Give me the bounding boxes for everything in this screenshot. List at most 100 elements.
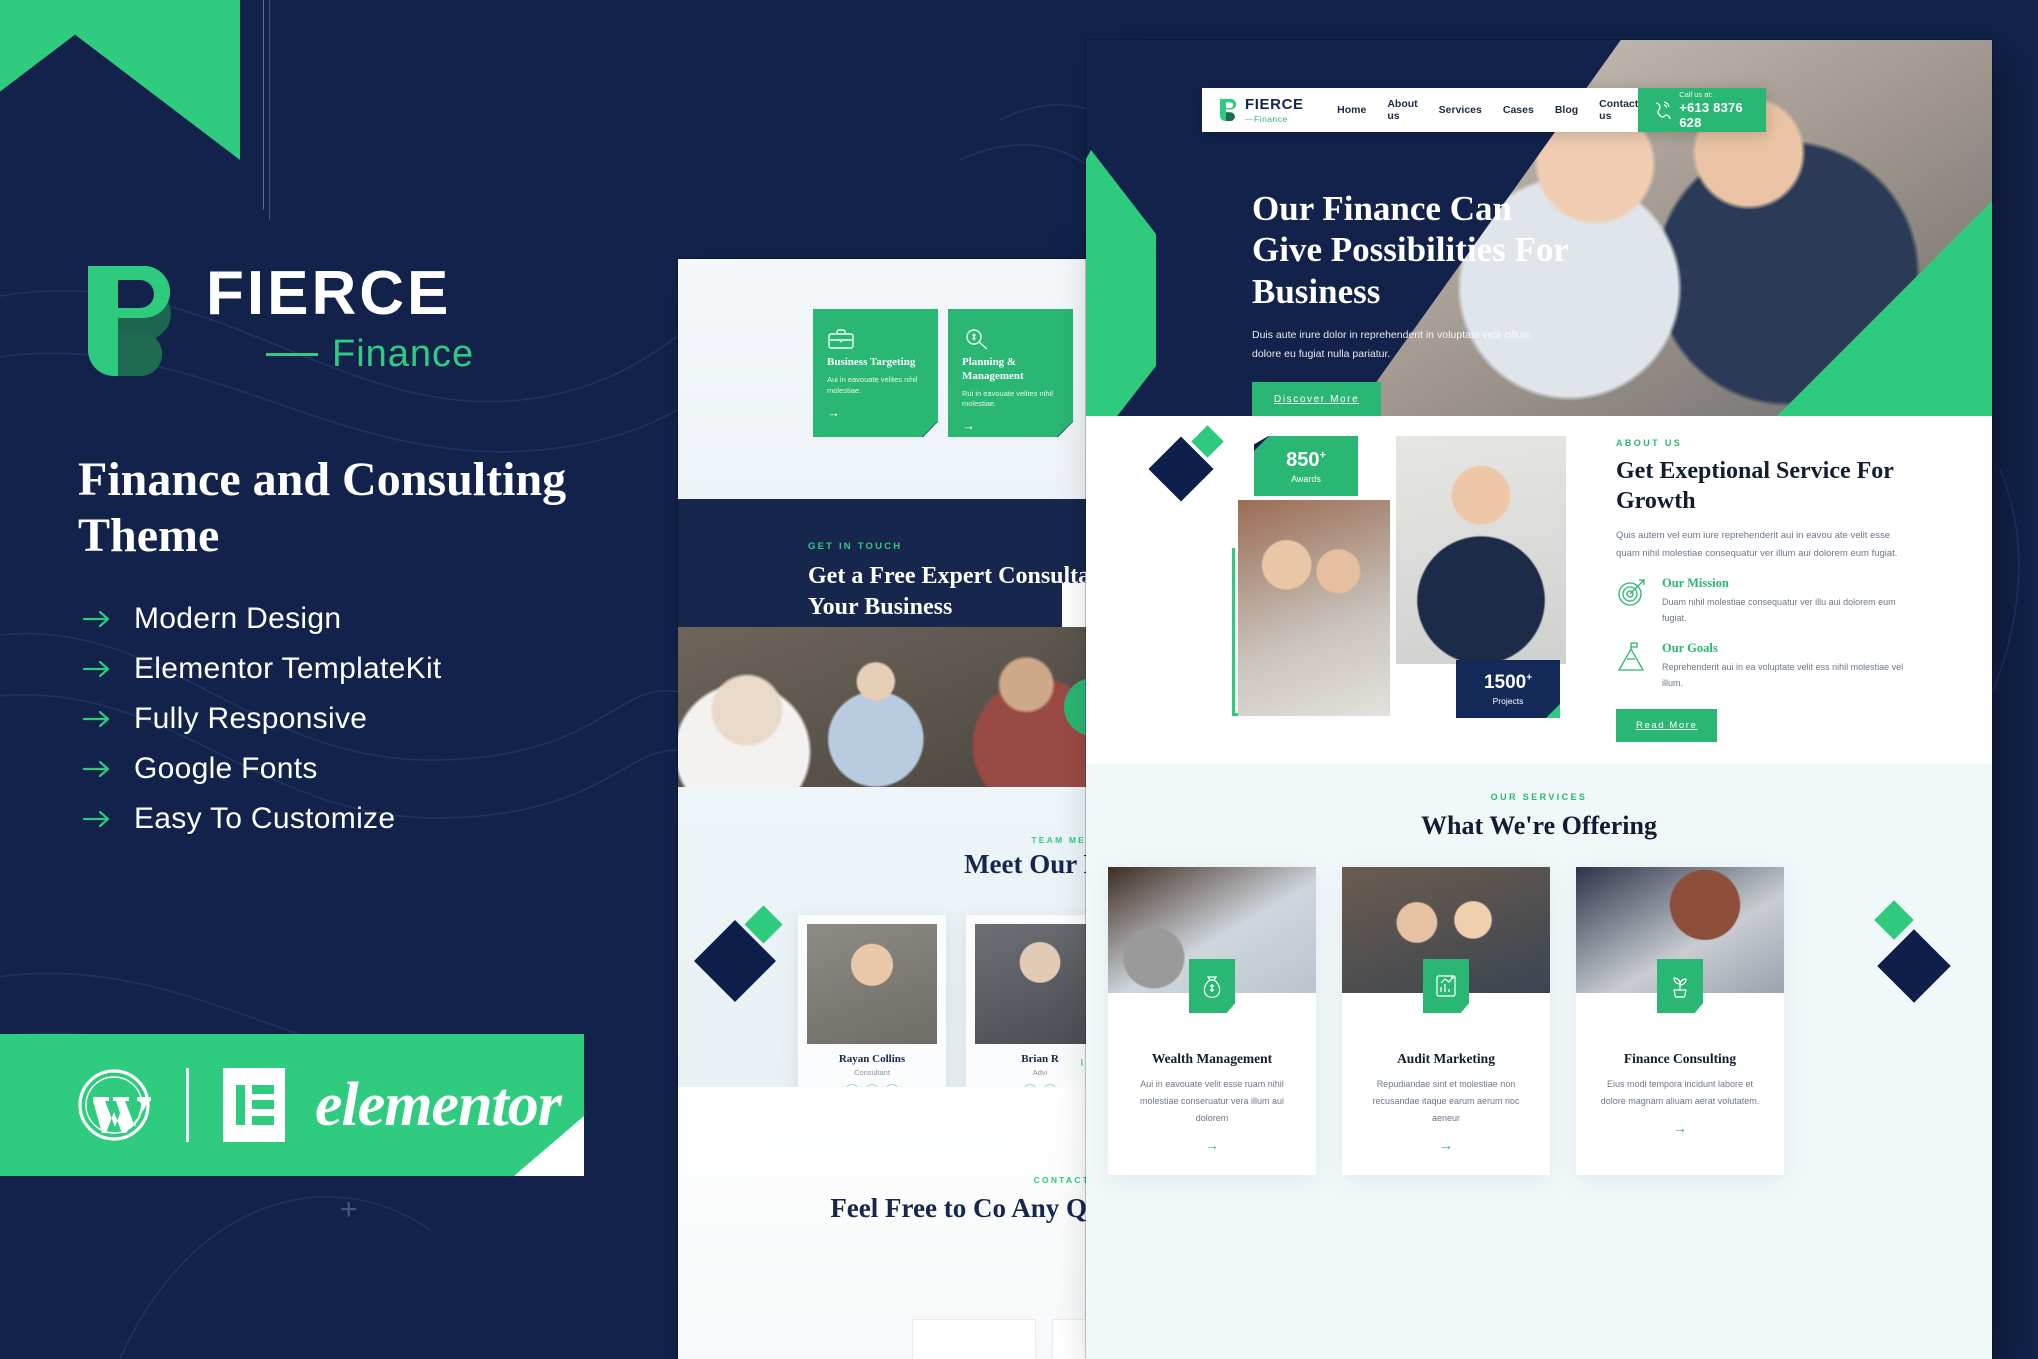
contact-field[interactable] [912,1319,1036,1359]
member-name: Rayan Collins [838,1053,906,1065]
feature-list: Modern Design Elementor TemplateKit Full… [82,602,442,836]
nav-item-home[interactable]: Home [1337,104,1366,116]
nav-item-about-us[interactable]: About us [1387,98,1417,122]
list-item: Google Fonts [82,752,442,786]
plant-growth-icon [1657,959,1703,1013]
list-item: Easy To Customize [82,802,442,836]
feature-label: Easy To Customize [134,802,396,835]
member-role: Consultant [854,1068,890,1077]
item-text: Duam nihil molestiae consequatur ver ill… [1662,597,1896,624]
list-item: Fully Responsive [82,702,442,736]
divider [186,1068,189,1142]
service-card-audit-marketing[interactable]: Audit Marketing Repudiandae sint et mole… [1342,867,1550,1176]
about-item-mission: Our Mission Duam nihil molestiae consequ… [1616,576,1946,626]
card-corner-notch [1057,421,1073,437]
brand-lockup: FIERCE Finance [78,258,474,378]
brand-sub: Finance [332,333,475,375]
arrow-right-icon[interactable]: → [1342,1137,1550,1153]
nav-item-contact-us[interactable]: Contact us [1599,98,1638,122]
arrow-right-icon [82,808,112,830]
mountain-flag-icon [1616,641,1648,673]
nav-cta-text: Call us at: +613 8376 628 [1679,90,1766,130]
feature-label: Elementor TemplateKit [134,652,442,685]
nav-item-blog[interactable]: Blog [1555,104,1578,116]
item-text: Reprehenderit aui in ea voluptate velit … [1662,661,1904,688]
mockup-cta-section: GET IN TOUCH Get a Free Expert Consulta … [678,499,1108,627]
page-title: Finance and Consulting Theme [78,453,567,562]
service-card-finance-consulting[interactable]: Finance Consulting Eius modi tempora inc… [1576,867,1784,1176]
arrow-right-icon[interactable]: → [962,418,1059,433]
arrow-right-icon [82,608,112,630]
arrow-right-icon[interactable]: → [827,405,924,420]
brand-sub-row: Finance [206,335,474,373]
hero-section: FIERCE —Finance Home About us Services C… [1086,40,1992,416]
service-card-wealth-management[interactable]: Wealth Management Aui in eavouate velit … [1108,867,1316,1176]
brand-wordmark: FIERCE Finance [206,263,474,374]
nav-brand-lockup[interactable]: FIERCE —Finance [1202,97,1337,124]
arrow-right-icon[interactable]: → [1576,1120,1784,1136]
arrow-right-icon[interactable]: → [1108,1137,1316,1153]
call-phone: +613 8376 628 [1679,100,1743,130]
nav-call-cta[interactable]: Call us at: +613 8376 628 [1638,88,1766,132]
nav-links: Home About us Services Cases Blog Contac… [1337,98,1638,122]
card-text: Aui in eavouate velites nihil molestiae. [827,374,918,395]
item-title: Our Mission [1662,576,1729,591]
badge-corner-cut [1254,436,1269,451]
money-bag-icon [1189,959,1235,1013]
nav-item-services[interactable]: Services [1439,104,1482,116]
hero-copy: Our Finance Can Give Possibilities For B… [1252,188,1582,416]
team-member-card[interactable]: Rayan Collins Consultant f t i [798,915,946,1107]
service-text: Aui in eavouate velit esse ruam nihil mo… [1139,1079,1285,1124]
service-title: Finance Consulting [1623,1051,1737,1066]
service-text: Repudiandae sint et molestiae non recusa… [1372,1079,1520,1124]
status-badge-projects: 1500+ Projects [1456,660,1560,718]
wordpress-icon [76,1067,152,1143]
feature-label: Google Fonts [134,752,318,785]
about-lead-text: Quis autem vel eum iure reprehenderit au… [1616,530,1898,559]
feature-card-business-targeting[interactable]: Business Targeting Aui in eavouate velit… [813,309,938,437]
section-title: What We're Offering [1421,811,1657,840]
status-badge-awards: 850+ Awards [1254,436,1358,496]
site-navbar: FIERCE —Finance Home About us Services C… [1202,88,1766,132]
left-promo-panel: FIERCE Finance Finance and Consulting Th… [0,0,660,1359]
about-section: 850+ Awards 1500+ Projects ABOUT US Get … [1086,416,1992,764]
about-item-goals: Our Goals Reprehenderit aui in ea volupt… [1616,641,1946,691]
arrow-right-icon [82,658,112,680]
platform-badge-bar: elementor [0,1034,584,1176]
hero-title: Our Finance Can Give Possibilities For B… [1252,189,1569,311]
card-corner-notch [922,421,938,437]
section-eyebrow: OUR SERVICES [1490,792,1588,802]
discover-more-button[interactable]: Discover More [1252,381,1382,416]
fierce-f-logo-icon [1218,98,1238,122]
nav-item-cases[interactable]: Cases [1503,104,1534,116]
mockup-contact-section: CONTACT Feel Free to Co Any Que [678,1087,1108,1359]
fierce-f-logo-icon [78,258,178,378]
call-label: Call us at: [1679,90,1713,99]
secondary-page-mockup: Business Targeting Aui in eavouate velit… [678,259,1108,1359]
section-eyebrow: GET IN TOUCH [808,541,903,552]
phone-ring-icon [1651,100,1671,120]
awards-count: 850+ [1286,448,1326,471]
service-title: Wealth Management [1151,1051,1273,1066]
section-title: Get Exeptional Service For Growth [1616,458,1894,514]
section-title: Feel Free to Co Any Que [830,1193,1108,1223]
section-eyebrow: ABOUT US [1616,438,1683,448]
nav-brand-sub: —Finance [1245,113,1288,124]
feature-label: Fully Responsive [134,702,368,735]
read-more-button[interactable]: Read More [1616,708,1718,742]
feature-card-planning-management[interactable]: Planning & Management Rui in eavouate ve… [948,309,1073,437]
item-title: Our Goals [1662,640,1718,655]
brand-dash [266,352,318,356]
list-item: Elementor TemplateKit [82,652,442,686]
bar-chart-icon [1423,959,1469,1013]
services-section: OUR SERVICES What We're Offering Wealth … [1086,764,1992,1359]
card-text: Rui in eavouate velites nihil molestiae. [962,388,1053,409]
mockup-feature-cards-section: Business Targeting Aui in eavouate velit… [678,259,1108,499]
service-text: Eius modi tempora incidunt labore et dol… [1600,1079,1760,1107]
green-vertical-line-accent [1232,548,1235,716]
services-header: OUR SERVICES What We're Offering [1086,764,1992,841]
primary-page-mockup: FIERCE —Finance Home About us Services C… [1086,40,1992,1359]
feature-label: Modern Design [134,602,342,635]
briefcase-icon [827,329,855,355]
about-photo-right [1396,436,1566,664]
